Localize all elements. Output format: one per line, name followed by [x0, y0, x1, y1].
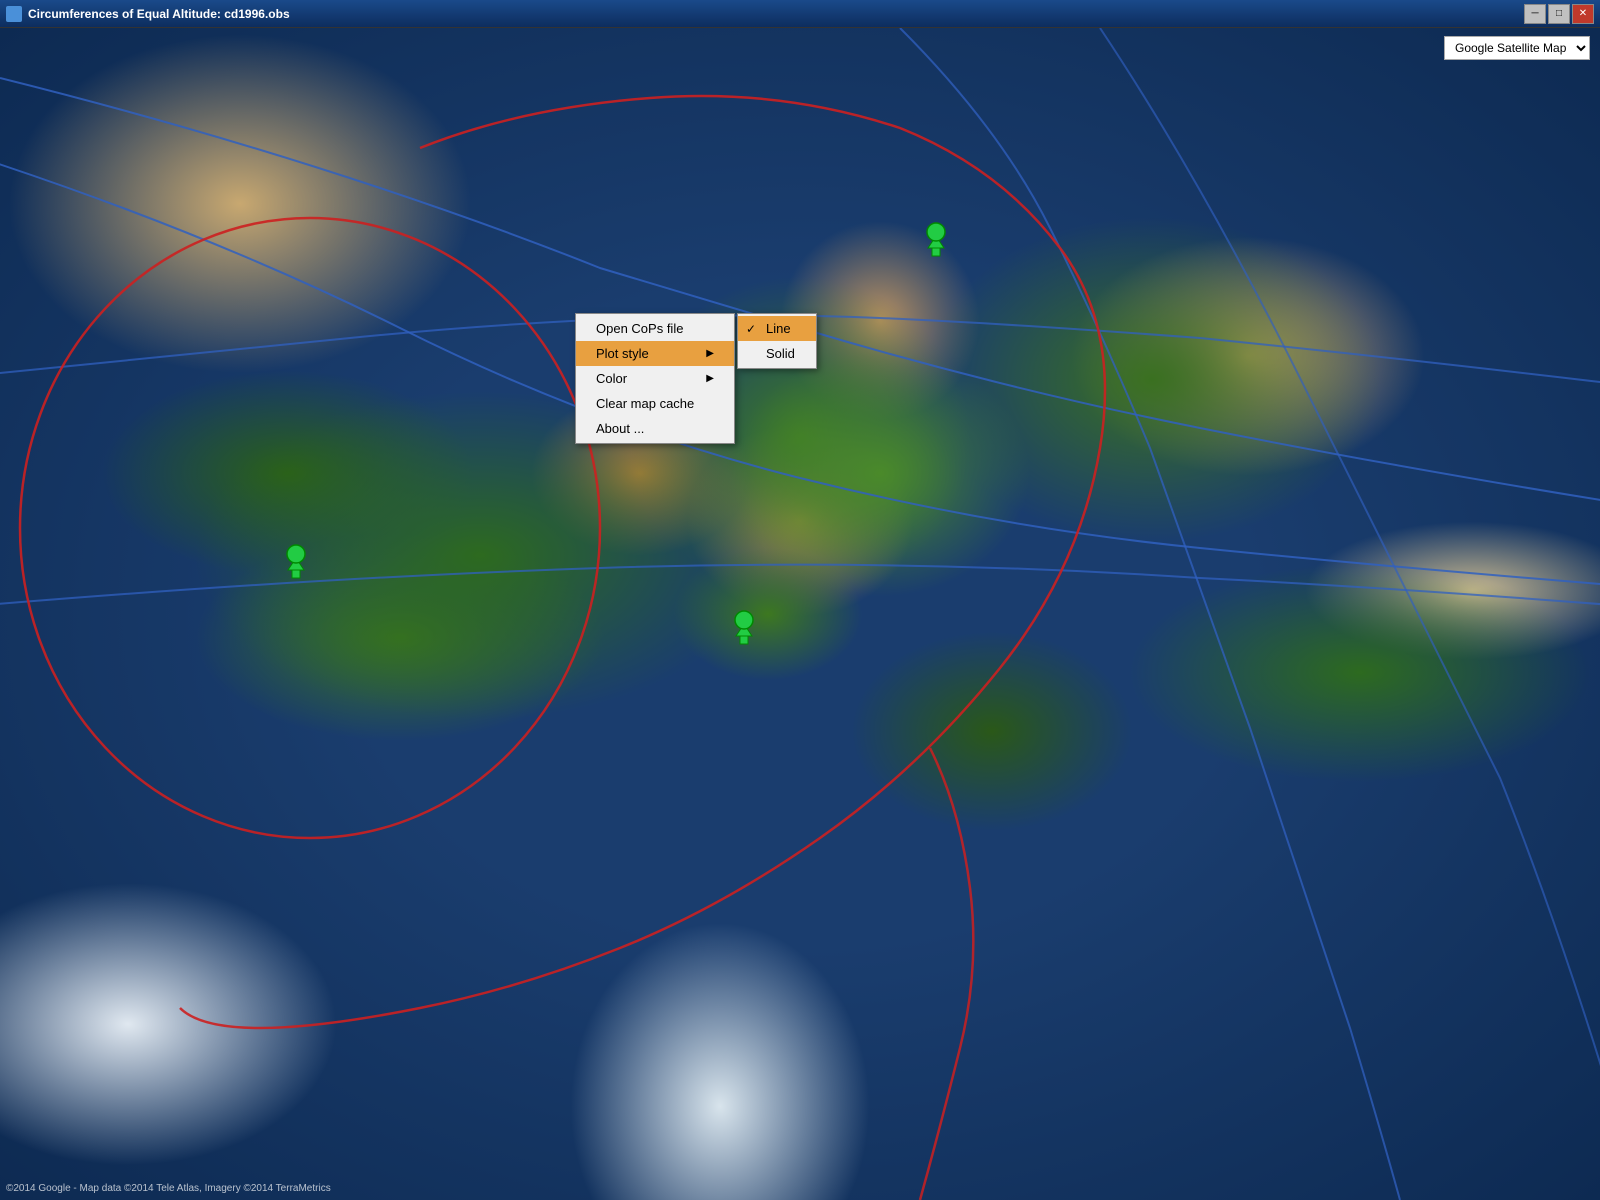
submenu-plot-style: ✓ Line Solid [737, 313, 817, 369]
plot-style-arrow: ▶ [706, 348, 714, 359]
menu-item-plot-style[interactable]: Plot style ▶ [576, 341, 734, 366]
menu-item-color[interactable]: Color ▶ [576, 366, 734, 391]
map-type-dropdown[interactable]: Google Satellite Map Google Terrain Map … [1444, 36, 1590, 60]
submenu-item-line[interactable]: ✓ Line [738, 316, 816, 341]
color-arrow: ▶ [706, 373, 714, 384]
context-menu: Open CoPs file Plot style ▶ Color ▶ Clea… [575, 313, 735, 444]
window-controls: ─ □ ✕ [1524, 4, 1594, 24]
window-title: Circumferences of Equal Altitude: cd1996… [28, 7, 1524, 21]
app-icon [6, 6, 22, 22]
map-type-selector[interactable]: Google Satellite Map Google Terrain Map … [1444, 36, 1590, 60]
titlebar: Circumferences of Equal Altitude: cd1996… [0, 0, 1600, 28]
maximize-button[interactable]: □ [1548, 4, 1570, 24]
map-attribution: ©2014 Google - Map data ©2014 Tele Atlas… [6, 1183, 331, 1194]
menu-item-clear-map-cache[interactable]: Clear map cache [576, 391, 734, 416]
minimize-button[interactable]: ─ [1524, 4, 1546, 24]
close-button[interactable]: ✕ [1572, 4, 1594, 24]
line-checkmark: ✓ [746, 322, 756, 336]
menu-item-about[interactable]: About ... [576, 416, 734, 441]
submenu-item-solid[interactable]: Solid [738, 341, 816, 366]
map-overlay [0, 28, 1600, 1200]
map-container[interactable]: Google Satellite Map Google Terrain Map … [0, 28, 1600, 1200]
menu-item-open-cops-file[interactable]: Open CoPs file [576, 316, 734, 341]
